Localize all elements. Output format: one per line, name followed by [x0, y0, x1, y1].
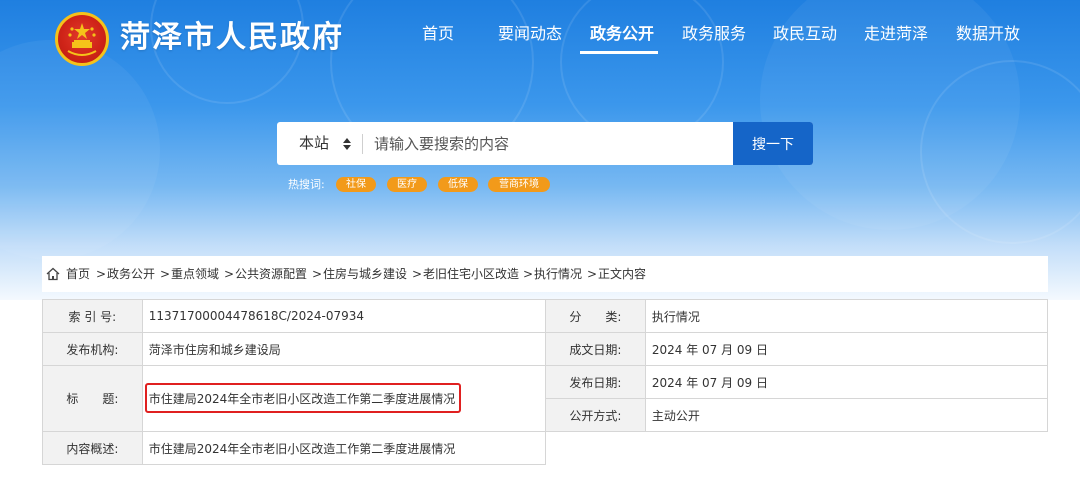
open-mode-label: 公开方式:: [545, 398, 646, 432]
search-button[interactable]: 搜一下: [733, 122, 813, 165]
breadcrumb-item[interactable]: 政务公开: [107, 256, 155, 292]
created-date-label: 成文日期:: [545, 332, 646, 366]
breadcrumb-separator: >: [523, 267, 534, 281]
category-label: 分 类:: [545, 299, 646, 333]
decor-circle: [0, 40, 160, 260]
breadcrumb-item: 正文内容: [598, 267, 647, 281]
breadcrumb-item[interactable]: 公共资源配置: [235, 256, 307, 292]
category-value: 执行情况: [644, 299, 1049, 333]
published-date-label: 发布日期:: [545, 365, 646, 399]
publisher-value: 菏泽市住房和城乡建设局: [141, 332, 547, 366]
open-mode-value: 主动公开: [644, 398, 1049, 432]
index-label: 索 引 号:: [42, 299, 143, 333]
title-label: 标 题:: [42, 365, 143, 432]
nav-item-services[interactable]: 政务服务: [682, 20, 746, 48]
breadcrumb-separator: >: [96, 267, 107, 281]
meta-table-right: 分 类: 执行情况 成文日期: 2024 年 07 月 09 日 发布日期: 2…: [545, 299, 1049, 432]
breadcrumb-separator: >: [312, 267, 323, 281]
hot-words-label: 热搜词:: [288, 178, 325, 191]
meta-table-left: 索 引 号: 11371700004478618C/2024-07934 发布机…: [42, 299, 547, 465]
nav-item-gov-affairs[interactable]: 政务公开: [590, 20, 654, 48]
breadcrumb: 首页 > 政务公开 > 重点领域 > 公共资源配置 > 住房与城乡建设 > 老旧…: [42, 256, 1048, 292]
search-divider: [362, 134, 363, 154]
breadcrumb-separator: >: [587, 267, 598, 281]
publisher-label: 发布机构:: [42, 332, 143, 366]
nav-item-open-data[interactable]: 数据开放: [956, 20, 1020, 48]
breadcrumb-item[interactable]: 老旧住宅小区改造: [423, 256, 519, 292]
site-title[interactable]: 菏泽市人民政府: [120, 16, 344, 60]
search-scope-select[interactable]: 本站: [277, 122, 362, 165]
published-date-value: 2024 年 07 月 09 日: [644, 365, 1049, 399]
breadcrumb-separator: >: [160, 267, 171, 281]
nav-active-underline: [580, 51, 658, 54]
breadcrumb-item[interactable]: 住房与城乡建设: [323, 256, 407, 292]
breadcrumb-item[interactable]: 执行情况: [534, 256, 582, 292]
nav-item-news[interactable]: 要闻动态: [498, 20, 562, 48]
breadcrumb-item[interactable]: 首页: [66, 256, 90, 292]
nav-item-interaction[interactable]: 政民互动: [773, 20, 837, 48]
hot-word-tag[interactable]: 社保: [336, 177, 376, 192]
home-icon[interactable]: [46, 267, 60, 281]
updown-arrow-icon: [343, 138, 351, 150]
search-scope-label: 本站: [299, 134, 330, 152]
nav-item-home[interactable]: 首页: [422, 20, 454, 48]
breadcrumb-separator: >: [224, 267, 235, 281]
summary-label: 内容概述:: [42, 431, 143, 465]
hot-word-tag[interactable]: 医疗: [387, 177, 427, 192]
created-date-value: 2024 年 07 月 09 日: [644, 332, 1049, 366]
index-value: 11371700004478618C/2024-07934: [141, 299, 547, 333]
search-bar: 本站 搜一下: [277, 122, 813, 165]
breadcrumb-separator: >: [412, 267, 423, 281]
summary-value: 市住建局2024年全市老旧小区改造工作第二季度进展情况: [141, 431, 547, 465]
nav-item-about-heze[interactable]: 走进菏泽: [864, 20, 928, 48]
breadcrumb-item[interactable]: 重点领域: [171, 256, 219, 292]
title-highlight-box: [145, 383, 461, 413]
hot-word-tag[interactable]: 低保: [438, 177, 478, 192]
hot-word-tag[interactable]: 营商环境: [488, 177, 550, 192]
search-input[interactable]: [374, 122, 724, 165]
national-emblem-icon[interactable]: [55, 12, 109, 66]
